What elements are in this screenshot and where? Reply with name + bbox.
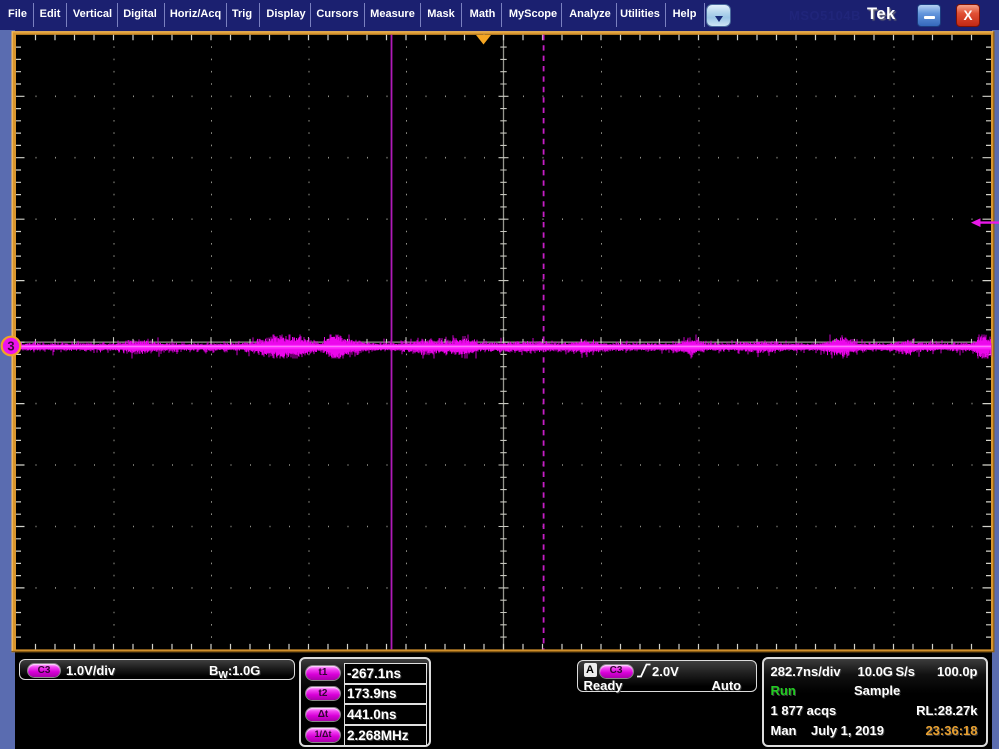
svg-text:3: 3 (7, 339, 14, 354)
